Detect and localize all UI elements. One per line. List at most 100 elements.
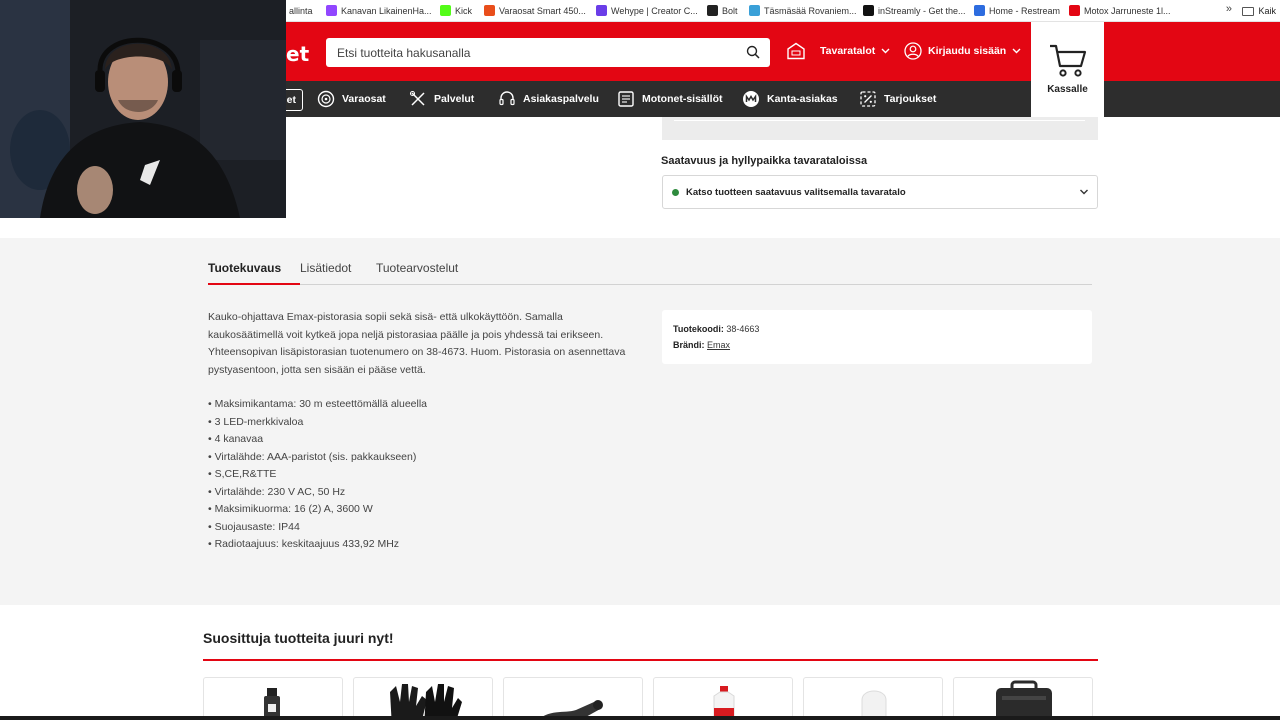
bookmark-favicon-icon — [707, 5, 718, 16]
product-feature-list: • Maksimikantama: 30 m esteettömällä alu… — [208, 396, 427, 554]
bookmarks-folder[interactable]: Kaik — [1242, 0, 1276, 22]
bookmark-favicon-icon — [863, 5, 874, 16]
tab-lisatiedot[interactable]: Lisätiedot — [300, 261, 351, 275]
product-card[interactable] — [353, 677, 493, 720]
bookmark-label: Motox Jarruneste 1l... — [1084, 5, 1171, 16]
stores-label: Tavaratalot — [820, 45, 876, 57]
product-card[interactable] — [803, 677, 943, 720]
nav-item-kanta-asiakas[interactable]: Kanta-asiakas — [742, 81, 838, 117]
bookmark-label: inStreamly - Get the... — [878, 5, 966, 16]
bookmark-favicon-icon — [1069, 5, 1080, 16]
product-code-label: Tuotekoodi: — [673, 324, 724, 334]
search-icon[interactable] — [746, 45, 760, 59]
product-card[interactable] — [503, 677, 643, 720]
nav-label: Varaosat — [342, 93, 386, 105]
feature-item: • Suojausaste: IP44 — [208, 520, 300, 533]
nav-label: Motonet-sisällöt — [642, 93, 723, 105]
bookmark-item[interactable]: Bolt — [701, 0, 744, 22]
bookmark-item[interactable]: inStreamly - Get the... — [857, 0, 972, 22]
tool-image — [537, 700, 603, 720]
nav-label: Palvelut — [434, 93, 475, 105]
nav-label: Kanta-asiakas — [767, 93, 838, 105]
panel-divider — [674, 117, 1085, 121]
bookmark-label: Kanavan LikainenHa... — [341, 5, 432, 16]
headset-icon — [499, 91, 515, 106]
brand-label: Brändi: — [673, 340, 705, 350]
store-icon — [787, 42, 805, 60]
nav-item-palvelut[interactable]: Palvelut — [409, 81, 474, 117]
bookmark-label: Home - Restream — [989, 5, 1061, 16]
product-code-row: Tuotekoodi: 38-4663 — [673, 321, 1081, 337]
bookmark-item[interactable]: Varaosat Smart 450... — [478, 0, 592, 22]
product-card[interactable] — [203, 677, 343, 720]
product-details-section — [0, 238, 1280, 605]
case-image — [996, 680, 1052, 720]
chevron-down-icon — [881, 48, 890, 54]
bookmark-label: Wehype | Creator C... — [611, 5, 698, 16]
login-label: Kirjaudu sisään — [928, 45, 1007, 57]
tabs-divider — [208, 284, 1092, 285]
window-bottom-edge — [0, 716, 1280, 720]
brand-row: Brändi: Emax — [673, 337, 1081, 353]
feature-item: • S,CE,R&TTE — [208, 468, 277, 480]
bookmark-favicon-icon — [749, 5, 760, 16]
container-image — [861, 690, 887, 720]
search-input[interactable]: Etsi tuotteita hakusanalla — [326, 38, 770, 67]
article-icon — [618, 91, 634, 107]
search-placeholder: Etsi tuotteita hakusanalla — [337, 45, 471, 60]
product-description: Kauko-ohjattava Emax-pistorasia sopii se… — [208, 311, 626, 376]
nav-item-varaosat[interactable]: Varaosat — [317, 81, 386, 117]
feature-item: • Maksimikantama: 30 m esteettömällä alu… — [208, 398, 428, 410]
bookmark-item[interactable]: Wehype | Creator C... — [590, 0, 704, 22]
stores-menu[interactable]: Tavaratalot — [786, 42, 890, 60]
nav-item-tarjoukset[interactable]: Tarjoukset — [859, 81, 936, 117]
tab-tuotearvostelut[interactable]: Tuotearvostelut — [376, 261, 458, 275]
bookmark-item[interactable]: Motox Jarruneste 1l... — [1063, 0, 1177, 22]
nav-label: Asiakaspalvelu — [523, 93, 599, 105]
chevron-down-icon — [1080, 189, 1088, 195]
availability-prompt: Katso tuotteen saatavuus valitsemalla ta… — [686, 186, 906, 198]
chevron-down-icon — [1012, 48, 1021, 54]
bookmark-item[interactable]: Täsmäsää Rovaniem... — [743, 0, 863, 22]
tab-tuotekuvaus[interactable]: Tuotekuvaus — [208, 261, 281, 275]
streamer-video-image — [0, 0, 286, 218]
bookmark-favicon-icon — [440, 5, 451, 16]
bookmark-label: Täsmäsää Rovaniem... — [764, 5, 857, 16]
bookmarks-overflow-icon[interactable]: » — [1226, 3, 1232, 15]
product-info-card: Tuotekoodi: 38-4663 Brändi: Emax — [662, 310, 1092, 364]
wheel-icon — [317, 90, 335, 108]
feature-item: • 3 LED-merkkivaloa — [208, 415, 304, 428]
webcam-overlay — [0, 0, 286, 218]
recommended-divider — [203, 659, 1098, 661]
bookmark-favicon-icon — [326, 5, 337, 16]
loyalty-icon — [743, 91, 759, 107]
site-logo[interactable]: et — [286, 42, 309, 66]
bookmark-label: Varaosat Smart 450... — [499, 5, 586, 16]
availability-status-dot — [672, 188, 679, 196]
feature-item: • Maksimikuorma: 16 (2) A, 3600 W — [208, 503, 373, 515]
user-icon — [904, 42, 922, 60]
feature-item: • 4 kanavaa — [208, 433, 264, 445]
product-card[interactable] — [953, 677, 1093, 720]
product-code-value: 38-4663 — [726, 324, 760, 334]
brand-link[interactable]: Emax — [707, 340, 730, 350]
oil-bottle-image — [713, 686, 735, 720]
bookmark-favicon-icon — [484, 5, 495, 16]
bookmark-label: allinta — [289, 5, 313, 16]
bookmark-item[interactable]: Kick — [434, 0, 478, 22]
login-menu[interactable]: Kirjaudu sisään — [904, 42, 1021, 60]
active-tab-indicator — [208, 283, 300, 285]
bookmark-favicon-icon — [974, 5, 985, 16]
cart-label: Kassalle — [1047, 84, 1088, 95]
bookmark-item[interactable]: Kanavan LikainenHa... — [320, 0, 438, 22]
cart-button[interactable]: Kassalle — [1031, 22, 1104, 117]
nav-item-asiakaspalvelu[interactable]: Asiakaspalvelu — [498, 81, 599, 117]
bookmark-favicon-icon — [596, 5, 607, 16]
spray-bottle-image — [264, 688, 280, 720]
nav-item-motonet-sisallot[interactable]: Motonet-sisällöt — [617, 81, 723, 117]
store-availability-select[interactable]: Katso tuotteen saatavuus valitsemalla ta… — [662, 175, 1098, 209]
availability-title: Saatavuus ja hyllypaikka tavarataloissa — [661, 155, 868, 167]
product-card[interactable] — [653, 677, 793, 720]
bookmark-item[interactable]: Home - Restream — [968, 0, 1066, 22]
feature-item: • Radiotaajuus: keskitaajuus 433,92 MHz — [208, 538, 400, 550]
